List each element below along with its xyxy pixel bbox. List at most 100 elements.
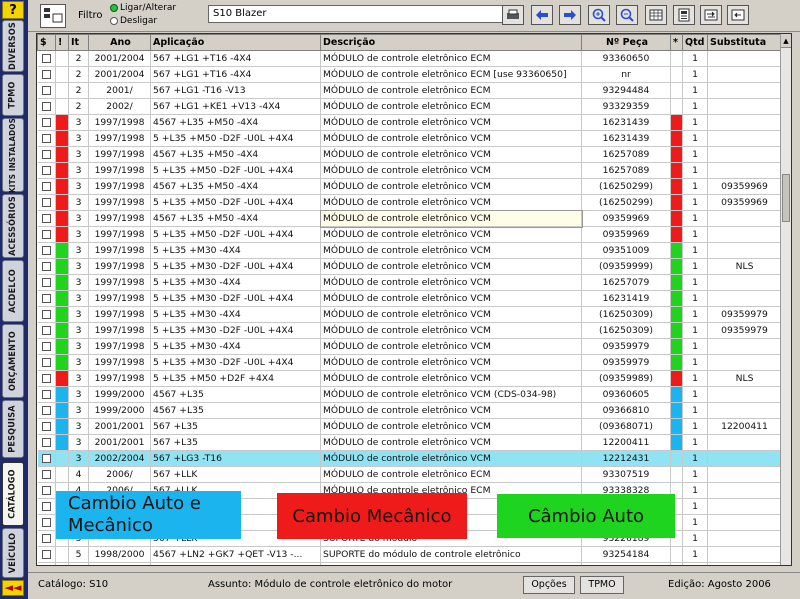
row-checkbox[interactable] [41, 422, 51, 431]
zoom-out-icon[interactable] [616, 5, 638, 25]
col-header[interactable]: Aplicação [150, 34, 321, 51]
table-row[interactable]: 2 2002/567 +LG1 +KE1 +V13 -4X4 MÓDULO de c… [37, 98, 782, 115]
col-header[interactable]: Descrição [320, 34, 582, 51]
arrow-left-icon[interactable] [531, 5, 553, 25]
row-checkbox-cell[interactable] [37, 402, 56, 419]
swap-icon[interactable] [700, 5, 722, 25]
row-checkbox-cell[interactable] [37, 274, 56, 291]
table-row[interactable]: 3 1997/1998 5 +L35 +M30 -4X4 MÓDULO de cont… [37, 274, 782, 291]
row-checkbox[interactable] [41, 470, 51, 479]
row-checkbox[interactable] [41, 54, 51, 63]
row-checkbox[interactable] [41, 534, 51, 543]
row-checkbox-cell[interactable] [37, 450, 56, 467]
table-row[interactable]: 3 1997/1998 4567 +L35 +M50 -4X4 MÓDULO de c… [37, 114, 782, 131]
row-checkbox-cell[interactable] [37, 546, 56, 563]
row-checkbox[interactable] [41, 150, 51, 159]
row-checkbox[interactable] [41, 278, 51, 287]
row-checkbox-cell[interactable] [37, 306, 56, 323]
table-row[interactable]: 3 1997/1998 5 +L35 +M30 -D2F -U0L +4X4 MÓDU… [37, 258, 782, 275]
table-row[interactable]: 3 1997/1998 5 +L35 +M50 -D2F -U0L +4X4 MÓDU… [37, 130, 782, 147]
row-checkbox-cell[interactable] [37, 386, 56, 403]
grid-icon[interactable] [645, 5, 667, 25]
filter-on-radio[interactable]: Ligar/Alterar [110, 3, 176, 13]
tab-pesquisa[interactable]: PESQUISA [2, 400, 24, 458]
tab-acdelco[interactable]: ACDELCO [2, 260, 24, 322]
tab-tpmo[interactable]: TPMO [2, 74, 24, 116]
tab-veiculo[interactable]: VEÍCULO [2, 528, 24, 578]
table-row[interactable]: 3 1997/1998 5 +L35 +M30 -D2F -U0L +4X4 MÓDU… [37, 290, 782, 307]
scroll-thumb[interactable] [782, 174, 790, 222]
row-checkbox-cell[interactable] [37, 258, 56, 275]
row-checkbox-cell[interactable] [37, 338, 56, 355]
col-header[interactable]: * [670, 34, 683, 51]
row-checkbox[interactable] [41, 70, 51, 79]
row-checkbox[interactable] [41, 230, 51, 239]
row-checkbox-cell[interactable] [37, 418, 56, 435]
row-checkbox[interactable] [41, 214, 51, 223]
arrow-right-icon[interactable] [559, 5, 581, 25]
row-checkbox-cell[interactable] [37, 290, 56, 307]
tab-orcamento[interactable]: ORÇAMENTO [2, 324, 24, 398]
row-checkbox-cell[interactable] [37, 322, 56, 339]
tpmo-button[interactable]: TPMO [580, 576, 624, 594]
row-checkbox[interactable] [41, 486, 51, 495]
tab-acessorios[interactable]: ACESSÓRIOS [2, 194, 24, 258]
row-checkbox[interactable] [41, 518, 51, 527]
row-checkbox-cell[interactable] [37, 370, 56, 387]
row-checkbox-cell[interactable] [37, 514, 56, 531]
table-row[interactable]: 3 2001/2001 567 +L35 MÓDULO de controle ele… [37, 434, 782, 451]
tab-diversos[interactable]: DIVERSOS [2, 20, 24, 72]
col-header[interactable]: Qtd [682, 34, 708, 51]
row-checkbox-cell[interactable] [37, 146, 56, 163]
row-checkbox[interactable] [41, 118, 51, 127]
col-header[interactable]: Nº Peça [581, 34, 671, 51]
zoom-in-icon[interactable] [588, 5, 610, 25]
table-row[interactable]: 2 2001/567 +LG1 -T16 -V13 MÓDULO de contro… [37, 82, 782, 99]
table-row[interactable]: 5 1998/2000 4567 +LN2 +GK7 +QET -V13 -... S… [37, 546, 782, 563]
row-checkbox-cell[interactable] [37, 482, 56, 499]
row-checkbox-cell[interactable] [37, 82, 56, 99]
tab-kits-instalados[interactable]: KITS INSTALADOS [2, 117, 24, 193]
row-checkbox-cell[interactable] [37, 530, 56, 547]
row-checkbox-cell[interactable] [37, 114, 56, 131]
row-checkbox[interactable] [41, 246, 51, 255]
table-row[interactable]: 3 1997/1998 5 +L35 +M30 -4X4 MÓDULO de cont… [37, 242, 782, 259]
table-row[interactable]: 3 1997/1998 5 +L35 +M30 -4X4 MÓDULO de cont… [37, 306, 782, 323]
col-header[interactable]: Ano [88, 34, 151, 51]
row-checkbox[interactable] [41, 86, 51, 95]
col-header[interactable]: Substituta [707, 34, 782, 51]
catalog-logo-icon[interactable] [40, 4, 66, 28]
row-checkbox-cell[interactable] [37, 226, 56, 243]
row-checkbox-cell[interactable] [37, 434, 56, 451]
filter-off-radio[interactable]: Desligar [110, 16, 157, 26]
row-checkbox-cell[interactable] [37, 466, 56, 483]
table-row[interactable]: 51998/20005 +LN2 +GK7 +QET -V13 -4X4SUPO… [37, 562, 782, 565]
row-checkbox[interactable] [41, 454, 51, 463]
table-row[interactable]: 3 1997/1998 5 +L35 +M50 -D2F -U0L +4X4 MÓDU… [37, 194, 782, 211]
row-checkbox[interactable] [41, 342, 51, 351]
row-checkbox-cell[interactable] [37, 562, 56, 565]
row-checkbox[interactable] [41, 262, 51, 271]
row-checkbox[interactable] [41, 390, 51, 399]
row-checkbox-cell[interactable] [37, 178, 56, 195]
calculator-icon[interactable] [673, 5, 695, 25]
help-icon[interactable]: ? [2, 1, 24, 19]
row-checkbox-cell[interactable] [37, 66, 56, 83]
row-checkbox[interactable] [41, 326, 51, 335]
row-checkbox-cell[interactable] [37, 210, 56, 227]
table-row[interactable]: 3 1997/1998 5 +L35 +M50 -D2F -U0L +4X4 MÓDU… [37, 162, 782, 179]
row-checkbox[interactable] [41, 502, 51, 511]
row-checkbox[interactable] [41, 438, 51, 447]
row-checkbox-cell[interactable] [37, 498, 56, 515]
row-checkbox-cell[interactable] [37, 242, 56, 259]
scroll-up-icon[interactable]: ▲ [781, 34, 791, 48]
options-button[interactable]: Opções [523, 576, 575, 594]
table-row[interactable]: 3 1997/1998 4567 +L35 +M50 -4X4 MÓDULO de c… [37, 209, 782, 228]
table-row[interactable]: 3 1997/1998 4567 +L35 +M50 -4X4 MÓDULO de c… [37, 146, 782, 163]
row-checkbox[interactable] [41, 358, 51, 367]
table-row[interactable]: 3 1999/2000 4567 +L35 MÓDULO de controle el… [37, 386, 782, 403]
row-checkbox-cell[interactable] [37, 98, 56, 115]
table-row[interactable]: 2 2001/2004 567 +LG1 +T16 -4X4 MÓDULO de co… [37, 50, 782, 67]
col-header[interactable]: ! [55, 34, 69, 51]
row-checkbox[interactable] [41, 294, 51, 303]
